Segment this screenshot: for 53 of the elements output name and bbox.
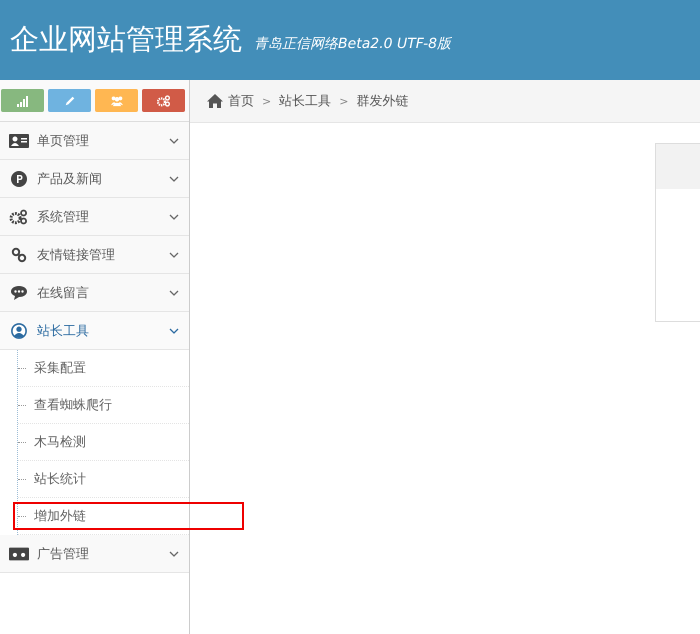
chevron-down-icon bbox=[169, 214, 179, 220]
menu-label: 站长工具 bbox=[37, 322, 90, 340]
menu-label: 友情链接管理 bbox=[37, 246, 116, 264]
pencil-icon bbox=[62, 94, 76, 106]
link-icon bbox=[9, 246, 29, 262]
signal-icon bbox=[16, 94, 30, 106]
menu-item[interactable]: 在线留言 bbox=[0, 274, 189, 312]
submenu-label: 查看蜘蛛爬行 bbox=[34, 397, 112, 414]
user-icon bbox=[9, 322, 29, 338]
menu-label: 产品及新闻 bbox=[37, 170, 103, 188]
chat-icon bbox=[9, 284, 29, 300]
menu-item[interactable]: 友情链接管理 bbox=[0, 236, 189, 274]
submenu-item[interactable]: 木马检测 bbox=[18, 424, 189, 461]
chevron-down-icon bbox=[169, 176, 179, 182]
shortcut-button[interactable] bbox=[1, 89, 44, 112]
shortcut-button[interactable] bbox=[142, 89, 185, 112]
menu-label: 广告管理 bbox=[37, 546, 90, 562]
parking-icon bbox=[9, 170, 29, 186]
site-subtitle: 青岛正信网络Beta2.0 UTF-8版 bbox=[254, 35, 452, 53]
breadcrumb-link[interactable]: 站长工具 bbox=[279, 92, 332, 110]
chevron-down-icon bbox=[169, 290, 179, 296]
breadcrumb-separator: > bbox=[339, 94, 348, 108]
shortcut-button[interactable] bbox=[48, 89, 91, 112]
submenu-item[interactable]: 站长统计 bbox=[18, 461, 189, 498]
site-title: 企业网站管理系统 bbox=[10, 21, 242, 58]
submenu-label: 采集配置 bbox=[34, 360, 86, 377]
menu-item[interactable]: 产品及新闻 bbox=[0, 160, 189, 198]
menu-label: 单页管理 bbox=[37, 132, 90, 150]
menu-item[interactable]: 系统管理 bbox=[0, 198, 189, 236]
menu-label: 在线留言 bbox=[37, 284, 90, 302]
gears-icon bbox=[156, 94, 170, 106]
breadcrumb-link[interactable]: 群发外链 bbox=[356, 92, 408, 110]
users-icon bbox=[110, 94, 124, 106]
ad-icon bbox=[9, 546, 29, 562]
submenu-item[interactable]: 查看蜘蛛爬行 bbox=[18, 387, 189, 424]
submenu-label: 木马检测 bbox=[34, 434, 86, 451]
chevron-down-icon bbox=[169, 328, 179, 334]
menu-item[interactable]: 站长工具 bbox=[0, 312, 189, 350]
submenu-item[interactable]: 采集配置 bbox=[18, 350, 189, 387]
shortcut-button[interactable] bbox=[95, 89, 138, 112]
menu-item[interactable]: 单页管理 bbox=[0, 122, 189, 160]
breadcrumb-link[interactable]: 首页 bbox=[228, 92, 254, 110]
breadcrumb-separator: > bbox=[262, 94, 272, 108]
submenu-label: 增加外链 bbox=[34, 508, 86, 525]
chevron-down-icon bbox=[169, 252, 179, 258]
menu-item[interactable]: 广告管理 bbox=[0, 535, 189, 573]
chevron-down-icon bbox=[169, 550, 179, 556]
home-icon bbox=[206, 93, 224, 109]
menu-label: 系统管理 bbox=[37, 208, 90, 226]
chevron-down-icon bbox=[169, 138, 179, 144]
submenu-label: 站长统计 bbox=[34, 471, 86, 488]
gears-icon bbox=[9, 208, 29, 224]
id-card-icon bbox=[9, 132, 29, 148]
